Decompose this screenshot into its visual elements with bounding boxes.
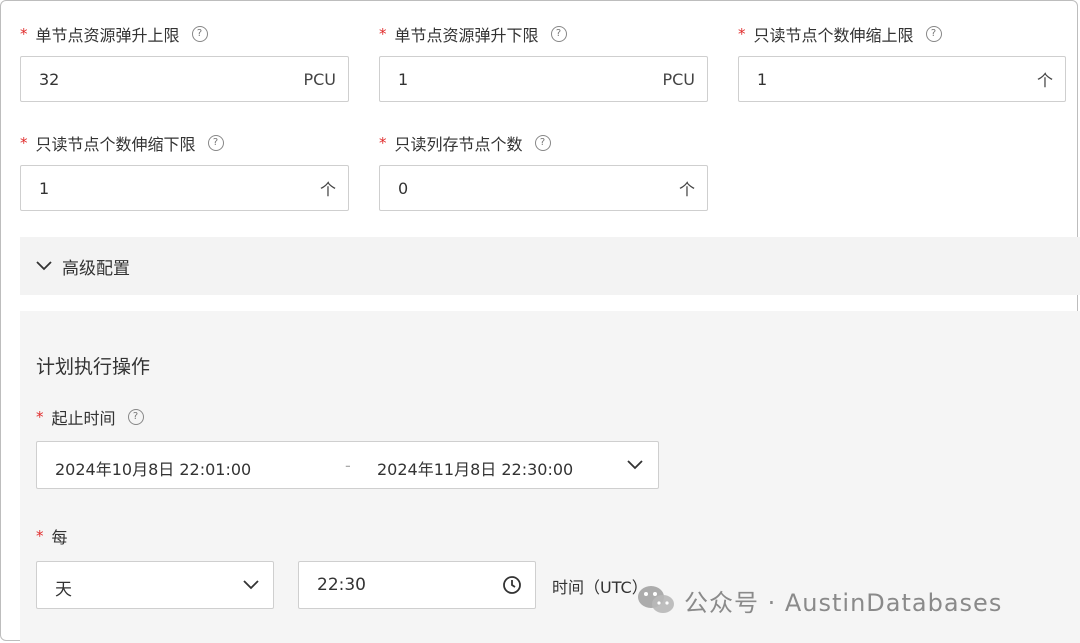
- help-icon[interactable]: ?: [191, 26, 208, 42]
- ro-min-label: * 只读节点个数伸缩下限 ?: [20, 131, 224, 155]
- chevron-down-icon[interactable]: [627, 460, 643, 470]
- start-time[interactable]: 2024年10月8日 22:01:00: [55, 456, 251, 480]
- time-range-picker[interactable]: 2024年10月8日 22:01:00 - 2024年11月8日 22:30:0…: [36, 441, 659, 489]
- clock-icon: [503, 576, 521, 594]
- ro-max-label: * 只读节点个数伸缩上限 ?: [738, 22, 942, 46]
- ro-min-input[interactable]: 1 个: [20, 165, 349, 211]
- required-mark: *: [36, 408, 44, 426]
- min-res-label: * 单节点资源弹升下限 ?: [379, 22, 567, 46]
- ro-col-label: * 只读列存节点个数 ?: [379, 131, 551, 155]
- help-icon[interactable]: ?: [925, 26, 942, 42]
- ro-max-input[interactable]: 1 个: [738, 56, 1066, 102]
- time-suffix-label: 时间（UTC）: [552, 578, 648, 597]
- advanced-config-toggle[interactable]: 高级配置: [20, 237, 1080, 295]
- required-mark: *: [20, 134, 28, 152]
- chevron-down-icon: [243, 580, 259, 590]
- help-icon[interactable]: ?: [550, 26, 567, 42]
- required-mark: *: [738, 25, 746, 43]
- time-picker[interactable]: 22:30: [298, 561, 536, 609]
- max-res-label: * 单节点资源弹升上限 ?: [20, 22, 208, 46]
- required-mark: *: [379, 134, 387, 152]
- every-label: * 每: [36, 527, 68, 547]
- help-icon[interactable]: ?: [534, 135, 551, 151]
- chevron-down-icon: [36, 261, 52, 271]
- end-time[interactable]: 2024年11月8日 22:30:00: [377, 456, 573, 480]
- watermark: 公众号 · AustinDatabases: [636, 582, 1002, 618]
- plan-title: 计划执行操作: [36, 356, 151, 378]
- required-mark: *: [36, 527, 44, 545]
- required-mark: *: [20, 25, 28, 43]
- help-icon[interactable]: ?: [127, 409, 144, 425]
- max-res-input[interactable]: 32 PCU: [20, 56, 349, 102]
- period-select[interactable]: 天: [36, 561, 274, 609]
- ro-col-input[interactable]: 0 个: [379, 165, 708, 211]
- range-separator: -: [345, 456, 351, 475]
- time-value: 22:30: [317, 575, 366, 595]
- help-icon[interactable]: ?: [207, 135, 224, 151]
- time-range-label: * 起止时间 ?: [36, 405, 144, 429]
- advanced-config-label: 高级配置: [62, 258, 130, 279]
- min-res-input[interactable]: 1 PCU: [379, 56, 708, 102]
- wechat-icon: [638, 586, 674, 613]
- period-value: 天: [55, 580, 72, 600]
- required-mark: *: [379, 25, 387, 43]
